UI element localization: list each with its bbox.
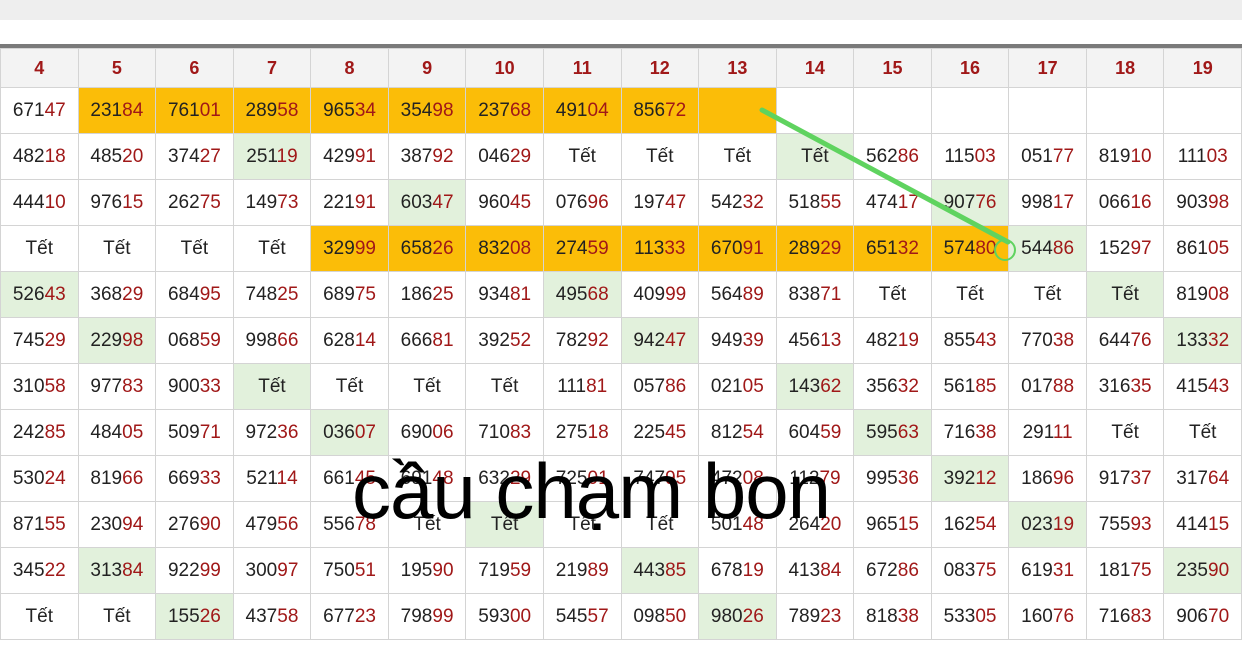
overlay-caption: cầu chạm bon [352,447,831,535]
pattern-arrow-line [759,107,1011,245]
pattern-overlay [759,107,1016,261]
